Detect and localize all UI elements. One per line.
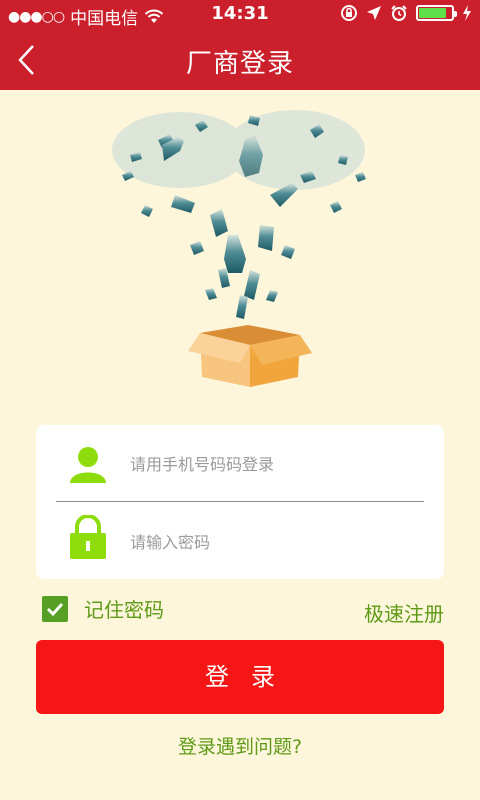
alarm-clock-icon — [391, 5, 407, 21]
open-box — [188, 325, 312, 387]
nav-bar: 厂商登录 — [0, 30, 480, 90]
field-divider — [56, 501, 424, 502]
battery-fill — [419, 8, 446, 18]
phone-field-row — [36, 425, 444, 501]
checkmark-icon — [46, 602, 64, 616]
login-help-link[interactable]: 登录遇到问题? — [0, 732, 480, 759]
remember-password-label: 记住密码 — [84, 598, 164, 622]
lock-icon — [70, 515, 106, 559]
page-title: 厂商登录 — [185, 49, 294, 79]
status-bar: ●●●○○ 中国电信 14:31 — [0, 0, 480, 30]
status-right — [340, 4, 472, 22]
user-icon — [70, 447, 106, 483]
hero-illustration — [100, 95, 380, 395]
box-with-bottles-illustration — [112, 110, 366, 387]
remember-checkbox[interactable] — [42, 595, 68, 622]
battery-icon — [416, 5, 457, 21]
location-arrow-icon — [367, 6, 381, 20]
charging-bolt-icon — [463, 5, 471, 21]
phone-input[interactable] — [128, 447, 422, 481]
login-button[interactable]: 登录 — [36, 640, 444, 714]
quick-register-link[interactable]: 极速注册 — [364, 598, 444, 627]
password-field-row — [36, 503, 444, 579]
rotation-lock-icon — [341, 5, 357, 21]
login-form-card — [36, 425, 444, 579]
remember-password-toggle[interactable]: 记住密码 — [42, 594, 164, 623]
password-input[interactable] — [128, 525, 422, 559]
